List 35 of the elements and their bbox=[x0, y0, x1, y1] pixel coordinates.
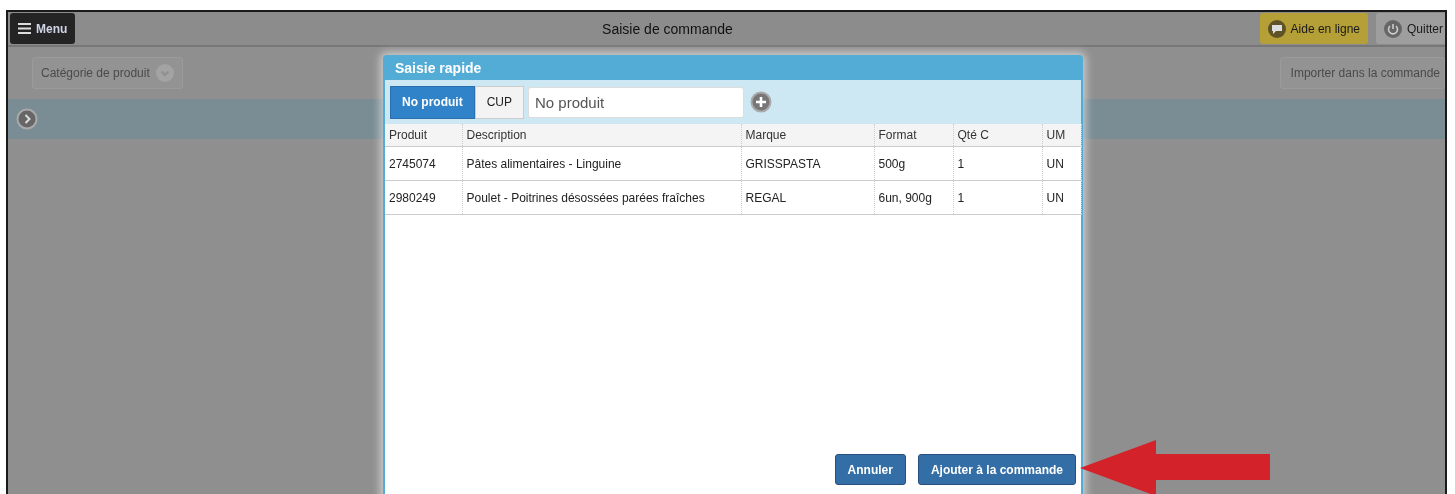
help-button[interactable]: Aide en ligne bbox=[1259, 13, 1368, 44]
table-cell: 2745074 bbox=[385, 146, 462, 181]
table-cell: 500g bbox=[874, 146, 953, 181]
import-button[interactable]: Importer dans la commande bbox=[1279, 57, 1445, 89]
search-mode-tab[interactable]: No produit bbox=[390, 85, 475, 119]
page-title: Saisie de commande bbox=[601, 20, 734, 37]
column-header: Description bbox=[462, 124, 741, 147]
table-cell: Poulet - Poitrines désossées parées fraîches bbox=[462, 180, 741, 215]
menu-icon bbox=[18, 23, 31, 34]
quit-button[interactable]: Quitter bbox=[1376, 13, 1445, 44]
add-icon[interactable] bbox=[750, 91, 772, 113]
table-cell: 1 bbox=[953, 180, 1042, 215]
column-header: Marque bbox=[741, 124, 874, 147]
add-to-order-button[interactable]: Ajouter à la commande bbox=[917, 454, 1076, 485]
column-header: UM bbox=[1042, 124, 1081, 147]
table-cell: UN bbox=[1042, 146, 1081, 181]
search-mode-tab[interactable]: CUP bbox=[474, 85, 524, 119]
search-field[interactable]: No produit bbox=[528, 86, 744, 118]
cancel-button[interactable]: Annuler bbox=[834, 454, 906, 485]
expand-icon[interactable] bbox=[16, 108, 38, 130]
power-icon bbox=[1384, 19, 1402, 38]
column-header: Format bbox=[874, 124, 953, 147]
table-cell: UN bbox=[1042, 180, 1081, 215]
table-cell: 1 bbox=[953, 146, 1042, 181]
column-header: Qté C bbox=[953, 124, 1042, 147]
menu-button[interactable]: Menu bbox=[10, 13, 76, 44]
table-cell: GRISSPASTA bbox=[741, 146, 874, 181]
category-dropdown[interactable]: Catégorie de produit bbox=[32, 57, 183, 89]
chat-bubble-icon bbox=[1267, 19, 1286, 38]
column-header: Produit bbox=[385, 124, 462, 147]
table-cell: 2980249 bbox=[385, 180, 462, 215]
dialog-title: Saisie rapide bbox=[394, 58, 483, 78]
table-cell: 6un, 900g bbox=[874, 180, 953, 215]
table-cell: Pâtes alimentaires - Linguine bbox=[462, 146, 741, 181]
table-cell: REGAL bbox=[741, 180, 874, 215]
